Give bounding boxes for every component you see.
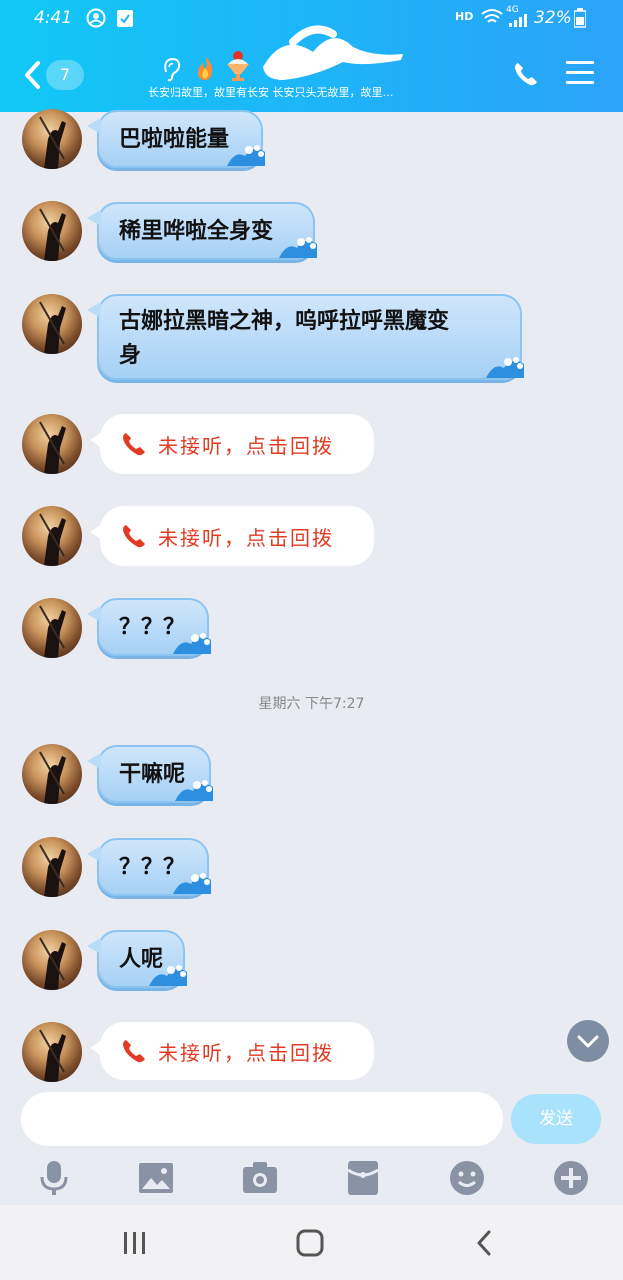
message-bubble[interactable]: ？？？ <box>87 838 211 896</box>
wave-decoration-icon <box>279 237 317 258</box>
contact-signature: 长安归故里，故里有长安 长安只头无故里，故里… <box>148 86 394 99</box>
unread-count-badge[interactable]: 7 <box>46 60 84 90</box>
wave-decoration-icon <box>486 357 524 378</box>
avatar-figure <box>39 513 66 566</box>
avatar[interactable] <box>22 109 82 169</box>
wave-decoration-icon <box>227 145 265 166</box>
phone-icon[interactable] <box>512 60 540 88</box>
clipboard-status-icon <box>117 10 133 27</box>
missed-call-bubble[interactable]: 未接听，点击回拨 <box>90 506 374 566</box>
avatar[interactable] <box>22 414 82 474</box>
battery-icon <box>574 8 586 28</box>
hamburger-icon[interactable] <box>566 60 594 86</box>
missed-call-text: 未接听，点击回拨 <box>158 525 334 550</box>
missed-call-phone-icon <box>123 525 145 548</box>
avatar[interactable] <box>22 294 82 354</box>
red-packet-icon[interactable] <box>343 1158 383 1198</box>
back-nav-icon[interactable] <box>474 1229 494 1257</box>
avatar-figure <box>39 116 66 169</box>
status-time: 4:41 <box>34 8 73 28</box>
missed-call-text: 未接听，点击回拨 <box>158 433 334 458</box>
chevron-down-icon <box>577 1035 599 1048</box>
missed-call-phone-icon <box>123 433 145 456</box>
wave-decoration-icon <box>149 965 187 986</box>
avatar[interactable] <box>22 598 82 658</box>
avatar-figure <box>39 1029 66 1082</box>
avatar-figure <box>39 937 66 990</box>
message-text-line: 古娜拉黑暗之神，呜呼拉呼黑魔变 <box>119 308 450 334</box>
wave-decoration-icon <box>173 873 211 894</box>
message-timestamp: 星期六 下午7:27 <box>258 696 365 712</box>
message-bubble[interactable]: ？？？ <box>87 598 211 656</box>
wifi-icon <box>481 9 503 23</box>
message-bubble[interactable]: 干嘛呢 <box>87 745 213 803</box>
missed-call-bubble[interactable]: 未接听，点击回拨 <box>90 414 374 474</box>
ear-icon <box>164 57 181 82</box>
missed-call-text: 未接听，点击回拨 <box>158 1040 334 1065</box>
sundae-icon <box>227 51 249 81</box>
mic-icon[interactable] <box>34 1158 74 1198</box>
battery-percent: 32% <box>534 8 572 28</box>
avatar[interactable] <box>22 930 82 990</box>
avatar-figure <box>39 751 66 804</box>
plus-icon[interactable] <box>551 1158 591 1198</box>
avatar[interactable] <box>22 201 82 261</box>
wave-decoration-icon <box>175 780 213 801</box>
message-bubble[interactable]: 巴啦啦能量 <box>87 110 265 168</box>
avatar-figure <box>39 301 66 354</box>
message-text: 稀里哗啦全身变 <box>119 218 274 244</box>
missed-call-phone-icon <box>123 1040 145 1063</box>
avatar[interactable] <box>22 506 82 566</box>
avatar[interactable] <box>22 744 82 804</box>
message-bubble[interactable]: 古娜拉黑暗之神，呜呼拉呼黑魔变 身 <box>87 294 524 380</box>
message-bubble[interactable]: 人呢 <box>87 930 187 988</box>
emoji-icon[interactable] <box>447 1158 487 1198</box>
signal-icon <box>509 14 527 27</box>
avatar[interactable] <box>22 1022 82 1082</box>
chat-header: 4:41 HD 4G 32% 7 长安归故里，故里有长安 长安只头无故里，故里… <box>0 0 623 112</box>
avatar-figure <box>39 605 66 658</box>
missed-call-bubble[interactable]: 未接听，点击回拨 <box>90 1022 374 1080</box>
back-chevron-icon[interactable] <box>22 60 42 90</box>
send-button[interactable]: 发送 <box>511 1094 601 1144</box>
wave-decoration-icon <box>173 633 211 654</box>
home-icon[interactable] <box>296 1229 324 1257</box>
avatar-figure <box>39 844 66 897</box>
system-nav-bar <box>0 1205 623 1280</box>
camera-icon[interactable] <box>240 1158 280 1198</box>
avatar-figure <box>39 208 66 261</box>
fire-icon <box>198 56 213 80</box>
avatar[interactable] <box>22 837 82 897</box>
account-status-icon <box>86 8 106 28</box>
message-bubble[interactable]: 稀里哗啦全身变 <box>87 202 317 260</box>
message-input[interactable] <box>21 1092 503 1146</box>
avatar-figure <box>39 421 66 474</box>
scroll-to-bottom-button[interactable] <box>567 1020 609 1062</box>
hd-indicator: HD <box>455 10 474 23</box>
redacted-name-scribble <box>263 25 403 80</box>
image-icon[interactable] <box>136 1158 176 1198</box>
message-text: 巴啦啦能量 <box>119 126 230 152</box>
recent-apps-icon[interactable] <box>122 1231 148 1255</box>
message-text-line: 身 <box>119 342 142 368</box>
